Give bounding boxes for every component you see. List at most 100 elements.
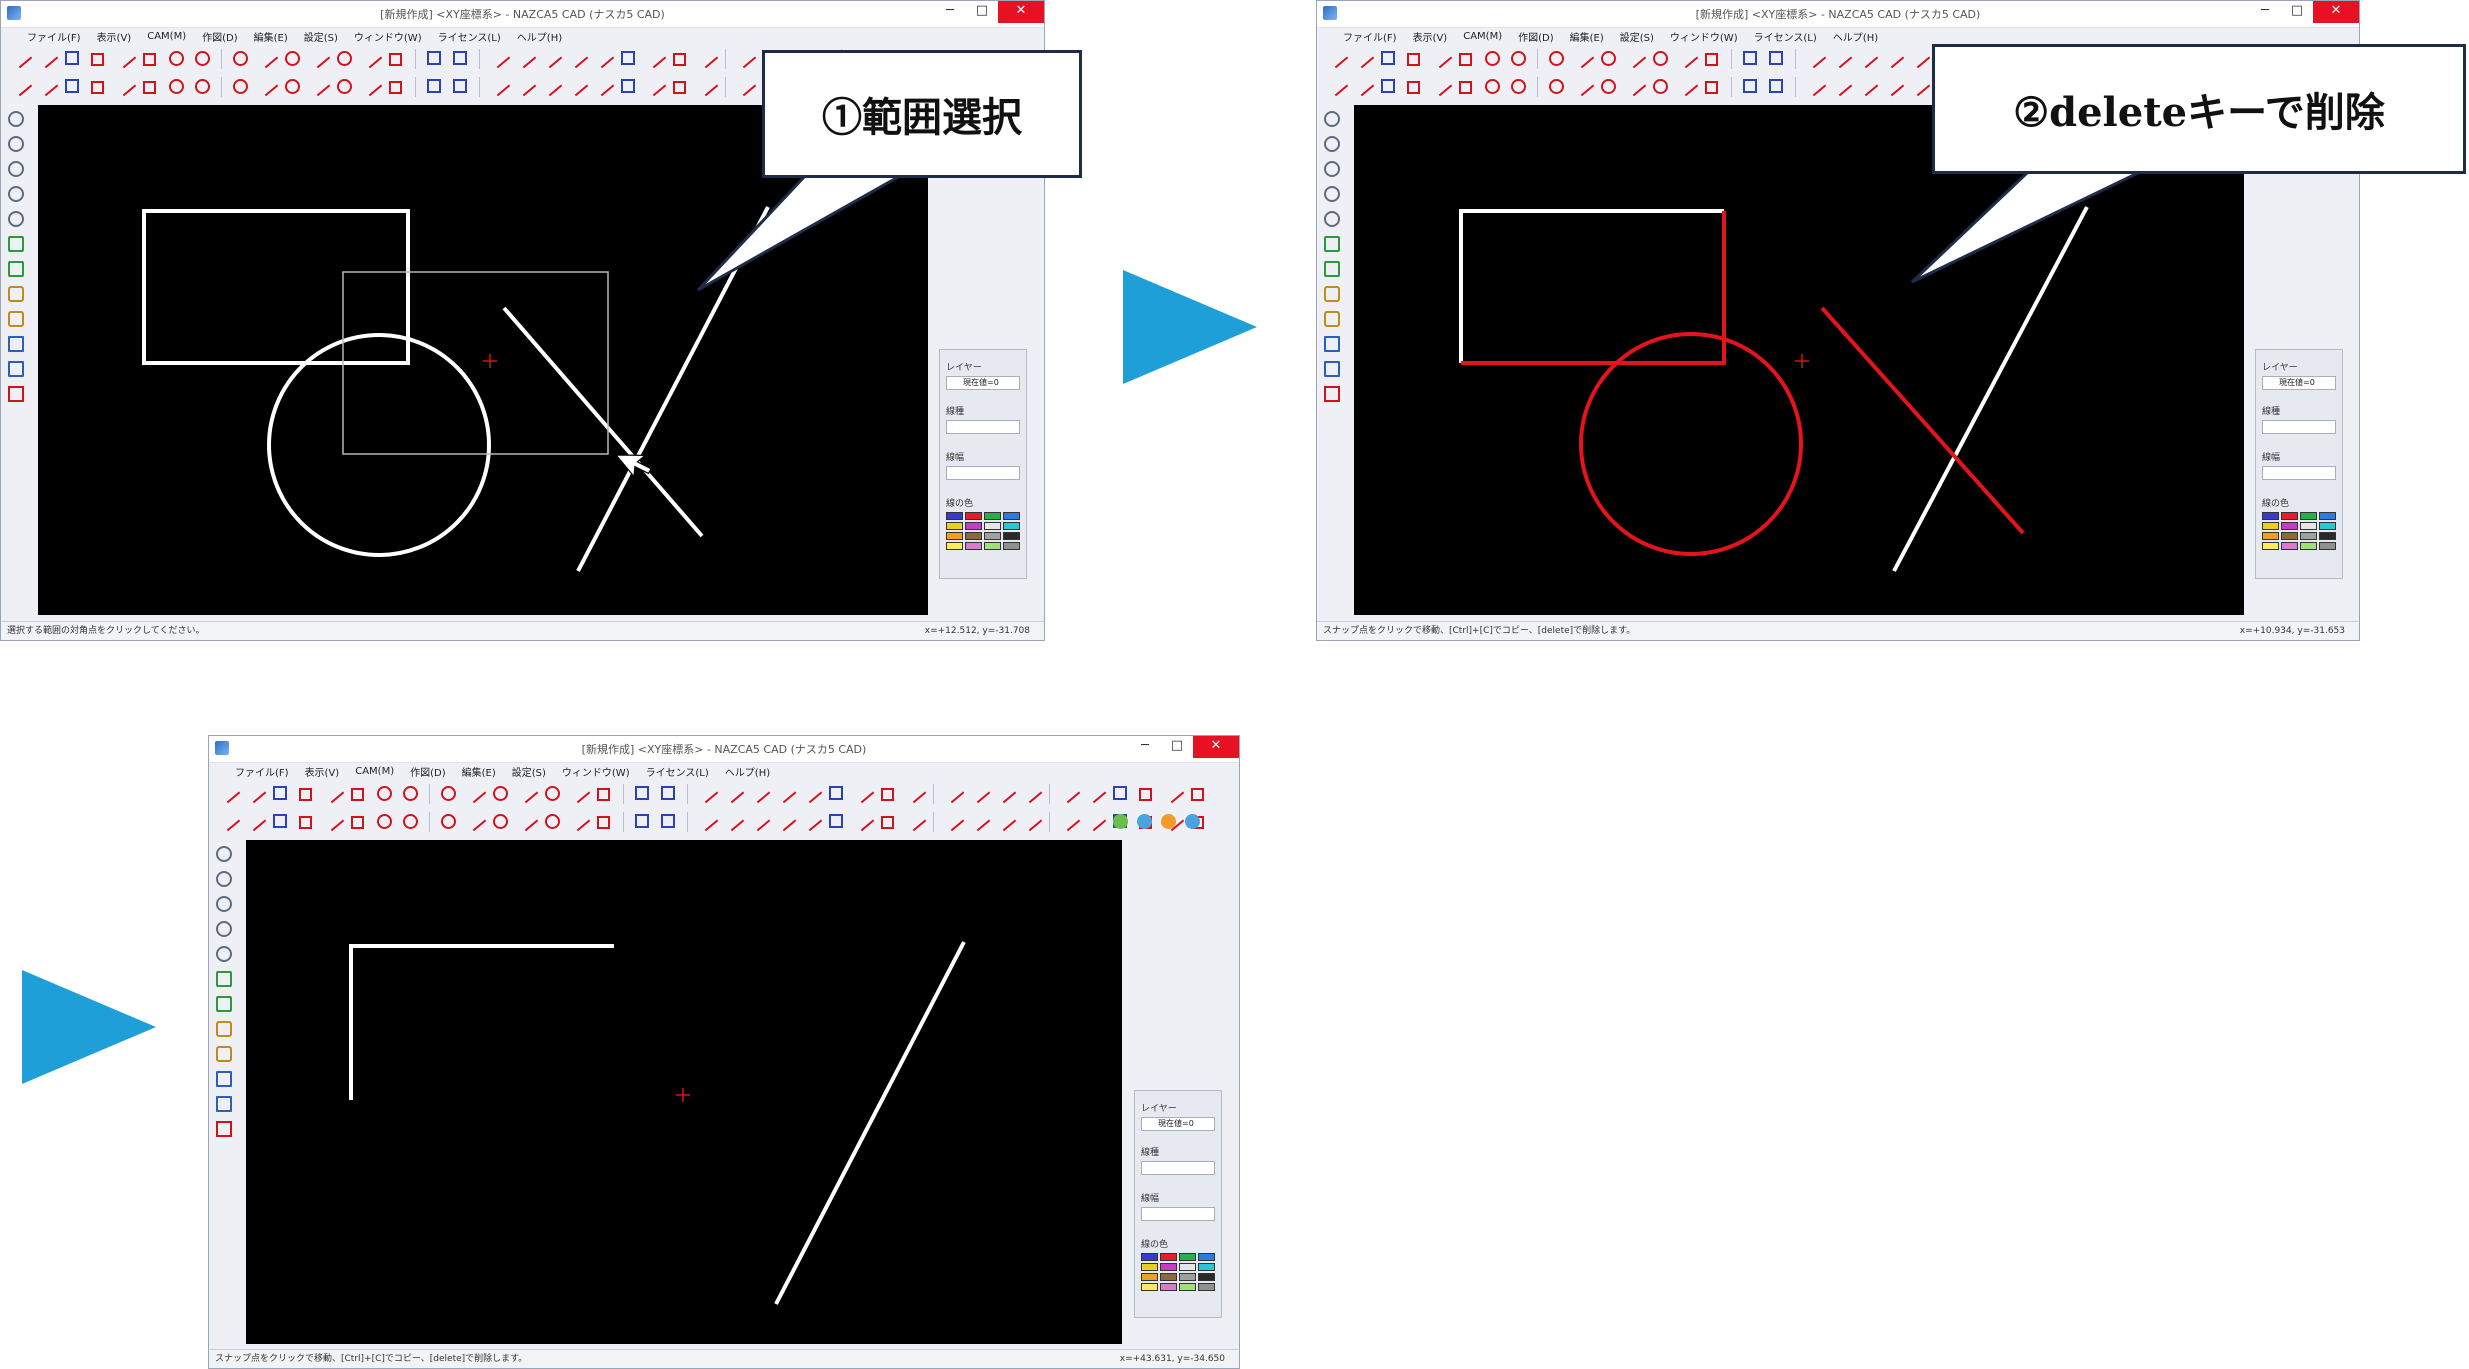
toolbar-tool-icon[interactable] <box>591 73 615 97</box>
view-tool-icon[interactable] <box>8 211 24 227</box>
linetype-select[interactable] <box>1141 1161 1215 1175</box>
toolbar-tool-icon[interactable] <box>233 51 248 66</box>
toolbar-tool-icon[interactable] <box>1381 79 1395 93</box>
color-swatch[interactable] <box>1179 1253 1196 1261</box>
toolbar-tool-icon[interactable] <box>1137 814 1152 829</box>
toolbar-tool-icon[interactable] <box>881 788 894 801</box>
toolbar-tool-icon[interactable] <box>565 45 589 69</box>
toolbar-tool-icon[interactable] <box>1485 79 1500 94</box>
toolbar-tool-icon[interactable] <box>321 808 345 832</box>
drawing-canvas[interactable] <box>246 840 1122 1344</box>
diagonal-line-selected[interactable] <box>1820 306 2025 535</box>
color-swatch[interactable] <box>2300 522 2317 530</box>
color-swatch[interactable] <box>1003 542 1020 550</box>
toolbar-tool-icon[interactable] <box>255 73 279 97</box>
toolbar-tool-icon[interactable] <box>1705 81 1718 94</box>
toolbar-tool-icon[interactable] <box>195 51 210 66</box>
view-tool-icon[interactable] <box>8 236 24 252</box>
view-tool-icon[interactable] <box>1324 286 1340 302</box>
toolbar-tool-icon[interactable] <box>545 814 560 829</box>
toolbar-tool-icon[interactable] <box>545 786 560 801</box>
toolbar-tool-icon[interactable] <box>1675 73 1699 97</box>
color-swatch[interactable] <box>2319 512 2336 520</box>
toolbar-tool-icon[interactable] <box>597 788 610 801</box>
view-tool-icon[interactable] <box>1324 311 1340 327</box>
toolbar-tool-icon[interactable] <box>1511 51 1526 66</box>
menu-item-7[interactable]: ライセンス(L) <box>638 764 717 779</box>
toolbar-tool-icon[interactable] <box>799 780 823 804</box>
menu-item-7[interactable]: ライセンス(L) <box>1746 29 1825 44</box>
toolbar-tool-icon[interactable] <box>721 808 745 832</box>
toolbar-tool-icon[interactable] <box>233 79 248 94</box>
color-swatch[interactable] <box>2281 532 2298 540</box>
toolbar-tool-icon[interactable] <box>733 45 757 69</box>
toolbar-tool-icon[interactable] <box>695 808 719 832</box>
toolbar-tool-icon[interactable] <box>1881 45 1905 69</box>
toolbar-tool-icon[interactable] <box>851 780 875 804</box>
view-tool-icon[interactable] <box>1324 186 1340 202</box>
toolbar-tool-icon[interactable] <box>747 808 771 832</box>
toolbar-tool-icon[interactable] <box>487 73 511 97</box>
toolbar-tool-icon[interactable] <box>1019 808 1043 832</box>
toolbar-tool-icon[interactable] <box>427 79 441 93</box>
toolbar-tool-icon[interactable] <box>493 786 508 801</box>
toolbar-tool-icon[interactable] <box>643 73 667 97</box>
toolbar-tool-icon[interactable] <box>441 814 456 829</box>
view-tool-icon[interactable] <box>216 971 232 987</box>
toolbar-tool-icon[interactable] <box>1459 81 1472 94</box>
color-swatch[interactable] <box>946 542 963 550</box>
color-swatch[interactable] <box>2262 542 2279 550</box>
toolbar-tool-icon[interactable] <box>143 53 156 66</box>
toolbar-tool-icon[interactable] <box>967 808 991 832</box>
toolbar-tool-icon[interactable] <box>403 814 418 829</box>
menu-item-7[interactable]: ライセンス(L) <box>430 29 509 44</box>
toolbar-tool-icon[interactable] <box>799 808 823 832</box>
color-swatch[interactable] <box>965 512 982 520</box>
menu-item-3[interactable]: 作図(D) <box>402 764 454 779</box>
toolbar-tool-icon[interactable] <box>1907 73 1931 97</box>
view-tool-icon[interactable] <box>216 996 232 1012</box>
color-swatch[interactable] <box>1003 522 1020 530</box>
toolbar-tool-icon[interactable] <box>169 51 184 66</box>
menu-item-4[interactable]: 編集(E) <box>246 29 296 44</box>
toolbar-tool-icon[interactable] <box>515 808 539 832</box>
toolbar-tool-icon[interactable] <box>597 816 610 829</box>
menu-item-3[interactable]: 作図(D) <box>194 29 246 44</box>
toolbar-tool-icon[interactable] <box>661 786 675 800</box>
toolbar-tool-icon[interactable] <box>721 780 745 804</box>
toolbar-tool-icon[interactable] <box>515 780 539 804</box>
toolbar-tool-icon[interactable] <box>243 808 267 832</box>
toolbar-tool-icon[interactable] <box>273 786 287 800</box>
toolbar-tool-icon[interactable] <box>1351 73 1375 97</box>
view-tool-icon[interactable] <box>216 1071 232 1087</box>
toolbar-tool-icon[interactable] <box>695 45 719 69</box>
toolbar-tool-icon[interactable] <box>1459 53 1472 66</box>
toolbar-tool-icon[interactable] <box>337 51 352 66</box>
rectangle-selected-edges[interactable] <box>1461 211 1726 365</box>
menu-item-5[interactable]: 設定(S) <box>1612 29 1662 44</box>
toolbar-tool-icon[interactable] <box>1511 79 1526 94</box>
toolbar-tool-icon[interactable] <box>993 808 1017 832</box>
toolbar-tool-icon[interactable] <box>1185 814 1200 829</box>
toolbar-tool-icon[interactable] <box>351 816 364 829</box>
menu-item-6[interactable]: ウィンドウ(W) <box>1662 29 1746 44</box>
toolbar-tool-icon[interactable] <box>695 780 719 804</box>
toolbar-tool-icon[interactable] <box>377 814 392 829</box>
view-tool-icon[interactable] <box>1324 111 1340 127</box>
toolbar-tool-icon[interactable] <box>453 79 467 93</box>
diagonal-line-long[interactable] <box>774 941 966 1305</box>
color-swatch[interactable] <box>984 512 1001 520</box>
toolbar-tool-icon[interactable] <box>1057 808 1081 832</box>
toolbar-tool-icon[interactable] <box>1325 73 1349 97</box>
toolbar-tool-icon[interactable] <box>539 45 563 69</box>
toolbar-tool-icon[interactable] <box>217 808 241 832</box>
toolbar-tool-icon[interactable] <box>255 45 279 69</box>
toolbar-tool-icon[interactable] <box>113 45 137 69</box>
view-tool-icon[interactable] <box>8 186 24 202</box>
toolbar-tool-icon[interactable] <box>1485 51 1500 66</box>
toolbar-tool-icon[interactable] <box>1881 73 1905 97</box>
menu-item-8[interactable]: ヘルプ(H) <box>717 764 778 779</box>
toolbar-tool-icon[interactable] <box>1855 45 1879 69</box>
color-swatch[interactable] <box>1179 1273 1196 1281</box>
toolbar-tool-icon[interactable] <box>967 780 991 804</box>
